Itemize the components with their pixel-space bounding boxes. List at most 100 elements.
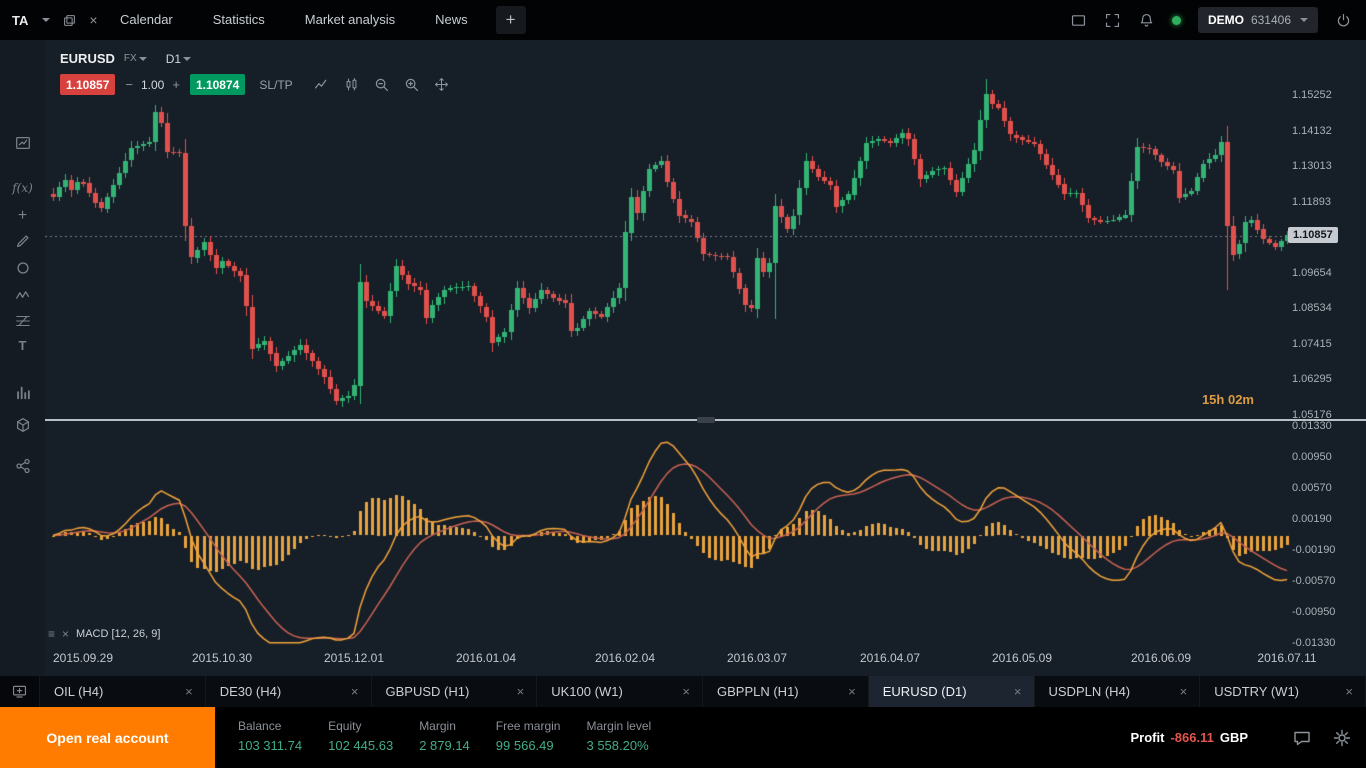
current-price-tag: 1.10857	[1288, 227, 1338, 243]
buy-button[interactable]: 1.10874	[190, 74, 245, 95]
date-axis-label: 2016.03.07	[727, 651, 787, 665]
trading-platform-window: TA × CalendarStatisticsMarket analysisNe…	[0, 0, 1366, 768]
close-tab-icon[interactable]: ×	[351, 684, 359, 699]
gear-icon[interactable]	[1332, 728, 1352, 748]
new-chart-button[interactable]	[0, 676, 40, 707]
splitter-handle-icon[interactable]	[697, 417, 715, 423]
zoom-out-icon[interactable]	[373, 76, 390, 93]
top-tabs: CalendarStatisticsMarket analysisNews +	[100, 0, 526, 40]
stat-label: Margin	[419, 719, 470, 733]
account-selector[interactable]: DEMO 631406	[1198, 7, 1318, 33]
macd-axis-label: -0.01330	[1292, 637, 1335, 649]
chart-tab-eurusd-d1[interactable]: EURUSD (D1) ×	[869, 676, 1035, 707]
trade-widget: 1.10857 − 1.00 + 1.10874 SL/TP	[60, 74, 450, 95]
tool-pencil-icon[interactable]	[0, 228, 45, 254]
close-tab-icon[interactable]: ×	[1345, 684, 1353, 699]
indicator-remove-icon[interactable]: ×	[62, 627, 69, 641]
tool-share-icon[interactable]	[0, 453, 45, 479]
logout-icon[interactable]	[1335, 12, 1352, 29]
account-mode-label: DEMO	[1208, 13, 1244, 27]
price-axis-label: 1.09654	[1292, 267, 1332, 279]
volume-stepper: − 1.00 +	[125, 77, 180, 92]
chart-tab-gbpusd-h1[interactable]: GBPUSD (H1) ×	[372, 676, 538, 707]
candle-countdown: 15h 02m	[1202, 392, 1254, 407]
tool-circle-icon[interactable]	[0, 255, 45, 281]
chart-tab-uk100-w1[interactable]: UK100 (W1)×	[537, 676, 703, 707]
workspace-switcher[interactable]: TA ×	[0, 0, 110, 40]
tool-histogram-icon[interactable]	[0, 380, 45, 406]
pan-icon[interactable]	[433, 76, 450, 93]
top-tab-calendar[interactable]: Calendar	[100, 0, 193, 40]
volume-minus-button[interactable]: −	[125, 77, 133, 92]
zoom-in-icon[interactable]	[403, 76, 420, 93]
connection-status-dot	[1172, 16, 1181, 25]
add-panel-button[interactable]: +	[496, 6, 526, 34]
tool-waves-icon[interactable]	[0, 282, 45, 308]
volume-value[interactable]: 1.00	[141, 78, 164, 92]
profit-summary: Profit -866.11 GBP	[1131, 707, 1249, 768]
indicator-name: MACD [12, 26, 9]	[76, 628, 160, 640]
layout-icon[interactable]	[1070, 12, 1087, 29]
close-tab-icon[interactable]: ×	[517, 684, 525, 699]
symbol-name[interactable]: EURUSD	[60, 51, 115, 66]
open-real-account-button[interactable]: Open real account	[0, 707, 215, 768]
profit-value: -866.11	[1170, 730, 1213, 745]
restore-layout-icon[interactable]	[62, 13, 77, 28]
date-axis-label: 2015.09.29	[53, 651, 113, 665]
tool-text-icon[interactable]: T	[0, 332, 45, 358]
chart-tab-usdpln-h4[interactable]: USDPLN (H4)×	[1035, 676, 1201, 707]
tool-chart-window-icon[interactable]	[0, 130, 45, 156]
line-chart-type-icon[interactable]	[313, 76, 330, 93]
status-bar: Open real account Balance103 311.74Equit…	[0, 707, 1366, 768]
profit-currency: GBP	[1220, 730, 1248, 745]
date-axis-label: 2016.01.04	[456, 651, 516, 665]
macd-axis-label: -0.00570	[1292, 575, 1335, 587]
account-stats: Balance103 311.74Equity102 445.63Margin2…	[238, 719, 651, 753]
stat-margin-level: Margin level3 558.20%	[586, 719, 651, 753]
indicator-menu-icon[interactable]: ≡	[48, 627, 55, 641]
macd-axis-label: -0.00950	[1292, 606, 1335, 618]
tool-crosshair-icon[interactable]: +	[0, 203, 45, 229]
date-axis-label: 2016.02.04	[595, 651, 655, 665]
macd-axis-label: 0.00190	[1292, 513, 1332, 525]
close-tab-icon[interactable]: ×	[1180, 684, 1188, 699]
timeframe-selector[interactable]: D1	[166, 52, 191, 66]
price-chart-canvas[interactable]	[45, 40, 1366, 650]
chart-tab-gbppln-h1[interactable]: GBPPLN (H1) ×	[703, 676, 869, 707]
fullscreen-icon[interactable]	[1104, 12, 1121, 29]
chart-panel: EURUSD FX D1 1.10857 − 1.00 + 1.10874 SL…	[45, 40, 1366, 676]
notifications-icon[interactable]	[1138, 12, 1155, 29]
chat-icon[interactable]	[1292, 728, 1312, 748]
stat-equity: Equity102 445.63	[328, 719, 393, 753]
market-selector[interactable]: FX	[124, 53, 147, 64]
stat-label: Equity	[328, 719, 393, 733]
chart-tab-usdtry-w1[interactable]: USDTRY (W1)×	[1200, 676, 1366, 707]
workspace-name[interactable]: TA	[12, 13, 28, 28]
stat-value: 103 311.74	[238, 738, 302, 753]
chart-tab-label: EURUSD (D1)	[883, 684, 967, 699]
close-tab-icon[interactable]: ×	[682, 684, 690, 699]
chart-tab-label: GBPUSD (H1)	[386, 684, 470, 699]
macd-axis-label: 0.00570	[1292, 482, 1332, 494]
close-workspace-icon[interactable]: ×	[89, 13, 97, 27]
close-tab-icon[interactable]: ×	[1014, 684, 1022, 699]
top-tab-market-analysis[interactable]: Market analysis	[285, 0, 415, 40]
price-axis-label: 1.14132	[1292, 125, 1332, 137]
tool-objects-icon[interactable]	[0, 412, 45, 438]
chart-tab-label: GBPPLN (H1)	[717, 684, 799, 699]
tool-fx-icon[interactable]: f(x)	[0, 175, 45, 201]
candle-chart-type-icon[interactable]	[343, 76, 360, 93]
tool-fibonacci-icon[interactable]	[0, 308, 45, 334]
close-tab-icon[interactable]: ×	[848, 684, 856, 699]
panel-splitter[interactable]	[45, 419, 1366, 421]
close-tab-icon[interactable]: ×	[185, 684, 193, 699]
sltp-button[interactable]: SL/TP	[259, 78, 292, 92]
top-tab-statistics[interactable]: Statistics	[193, 0, 285, 40]
chart-tab-oil-h4[interactable]: OIL (H4)×	[40, 676, 206, 707]
sell-button[interactable]: 1.10857	[60, 74, 115, 95]
top-tab-news[interactable]: News	[415, 0, 488, 40]
chart-tab-de30-h4[interactable]: DE30 (H4)×	[206, 676, 372, 707]
top-right-controls: DEMO 631406	[1070, 0, 1366, 40]
stat-label: Free margin	[496, 719, 561, 733]
volume-plus-button[interactable]: +	[172, 77, 180, 92]
